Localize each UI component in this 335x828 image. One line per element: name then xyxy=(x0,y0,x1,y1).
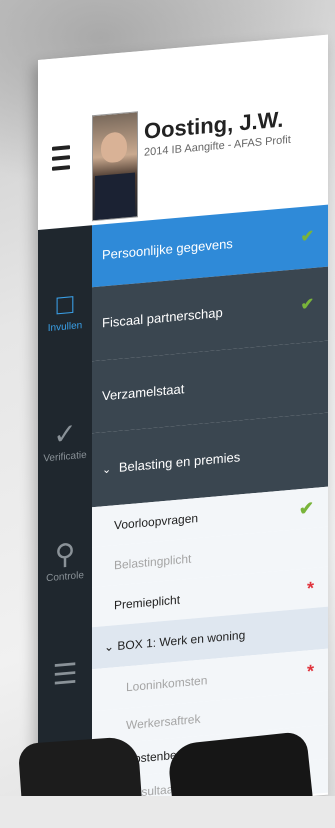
rail-item-controle[interactable]: ⚲ Controle xyxy=(38,535,92,585)
hamburger-menu-icon[interactable] xyxy=(52,145,70,173)
rail-item-label: Invullen xyxy=(47,320,83,335)
section-label: Verzamelstaat xyxy=(102,381,185,404)
check-icon: ✔ xyxy=(300,295,314,315)
section-label: Fiscaal partnerschap xyxy=(102,304,223,331)
document-icon: ☰ xyxy=(52,657,78,691)
edit-icon: □ xyxy=(56,287,74,321)
search-icon: ⚲ xyxy=(54,537,76,571)
chevron-down-icon: ⌄ xyxy=(102,463,112,477)
check-icon: ✓ xyxy=(53,417,77,451)
header: Oosting, J.W. 2014 IB Aangifte - AFAS Pr… xyxy=(38,34,328,222)
rail-item-verificatie[interactable]: ✓ Verificatie xyxy=(38,415,92,465)
sub-item-label: Belastingplicht xyxy=(114,551,192,573)
sub-item-label: Premieplicht xyxy=(114,592,181,613)
required-asterisk-icon: * xyxy=(306,577,314,599)
sub-item-label: BOX 1: Werk en woning xyxy=(117,627,246,654)
foreground-chairs xyxy=(0,700,335,828)
rail-item-document[interactable]: ☰ xyxy=(38,655,92,694)
chevron-down-icon: ⌄ xyxy=(104,639,115,655)
section-label: Persoonlijke gegevens xyxy=(102,235,233,263)
check-icon: ✔ xyxy=(300,227,314,247)
table-edge xyxy=(0,796,335,828)
section-label: Belasting en premies xyxy=(118,449,241,475)
rail-item-label: Verificatie xyxy=(43,449,87,465)
rail-item-invullen[interactable]: □ Invullen xyxy=(38,285,92,335)
required-asterisk-icon: * xyxy=(306,660,314,682)
check-icon: ✔ xyxy=(298,497,314,520)
sub-item-label: Voorloopvragen xyxy=(114,510,199,533)
sub-item-label: Looninkomsten xyxy=(126,673,208,695)
rail-item-label: Controle xyxy=(46,569,84,585)
